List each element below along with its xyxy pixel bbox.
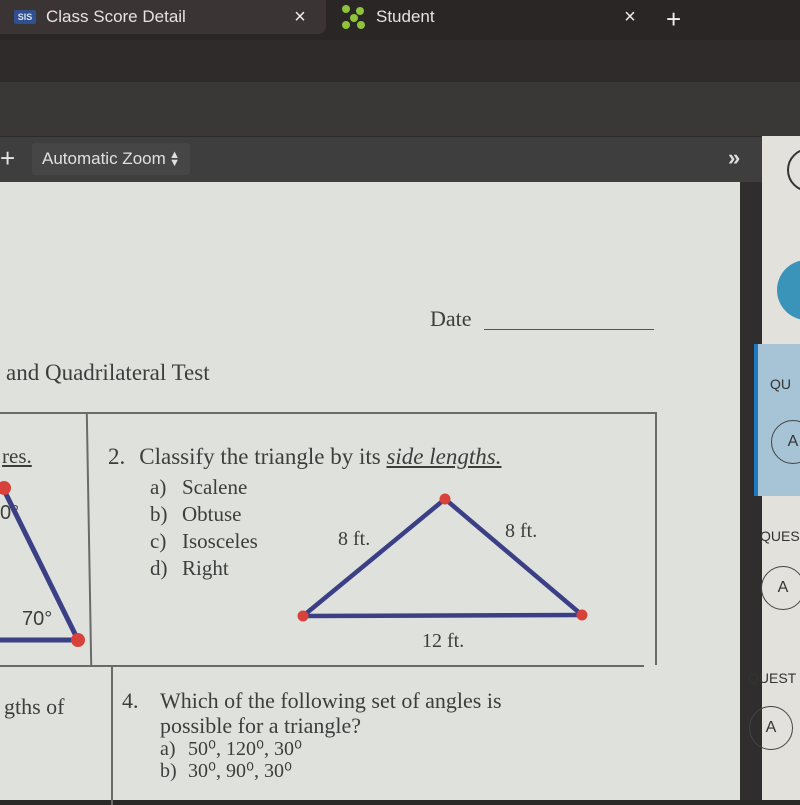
q2-triangle-left-side	[301, 497, 447, 618]
triangle-base-label: 12 ft.	[422, 630, 465, 652]
tab-label: Class Score Detail	[46, 7, 186, 26]
triangle-right-side-label: 8 ft.	[505, 520, 538, 542]
new-tab-button[interactable]: +	[666, 4, 681, 35]
question-heading: QUEST	[748, 670, 797, 686]
zoom-in-button[interactable]: +	[0, 143, 15, 174]
q2-vertex-top	[439, 493, 451, 505]
q2-vertex-left	[297, 610, 309, 622]
bookmarks-bar	[0, 82, 800, 136]
option-b: b) 30⁰, 90⁰, 30⁰	[160, 760, 293, 782]
option-a: a) 50⁰, 120⁰, 30⁰	[160, 738, 303, 760]
close-icon[interactable]: ×	[288, 6, 312, 29]
zoom-select-value: Automatic Zoom	[42, 149, 166, 168]
double-chevron-right-icon[interactable]: »	[728, 145, 740, 171]
question-3-fragment: gths of	[4, 694, 65, 719]
q1-vertex-bottom	[71, 633, 85, 647]
pdf-page: Date and Quadrilateral Test res. 0° 70° …	[0, 182, 740, 805]
zoom-select[interactable]: Automatic Zoom ▲ ▼	[32, 143, 190, 175]
question-4: 4. Which of the following set of angles i…	[122, 688, 502, 782]
tab-class-score-detail[interactable]: SIS Class Score Detail ×	[0, 0, 326, 34]
address-bar-area	[0, 40, 800, 82]
question-heading: QU	[770, 376, 791, 392]
sis-icon: SIS	[14, 10, 36, 24]
q2-triangle-right-side	[443, 497, 584, 617]
tab-label: Student	[376, 7, 435, 26]
q2-vertex-right	[576, 609, 588, 621]
select-arrows-icon: ▲ ▼	[169, 149, 180, 169]
q2-triangle-base	[302, 612, 583, 619]
student-icon	[342, 5, 366, 29]
question-4-options: a) 50⁰, 120⁰, 30⁰ b) 30⁰, 90⁰, 30⁰	[160, 738, 502, 782]
close-icon[interactable]: ×	[618, 6, 642, 29]
q1-triangle-side	[1, 488, 81, 642]
browser-tab-bar: SIS Class Score Detail × Student × +	[0, 0, 800, 40]
answer-choice-circle[interactable]: A	[761, 566, 800, 610]
triangle-left-side-label: 8 ft.	[338, 528, 371, 550]
pdf-toolbar: + Automatic Zoom ▲ ▼ »	[0, 136, 762, 183]
answer-choice-circle[interactable]: A	[749, 706, 793, 750]
q1-vertex-top	[0, 481, 11, 495]
question-heading: QUES	[760, 528, 800, 544]
tab-student[interactable]: Student ×	[326, 0, 656, 34]
